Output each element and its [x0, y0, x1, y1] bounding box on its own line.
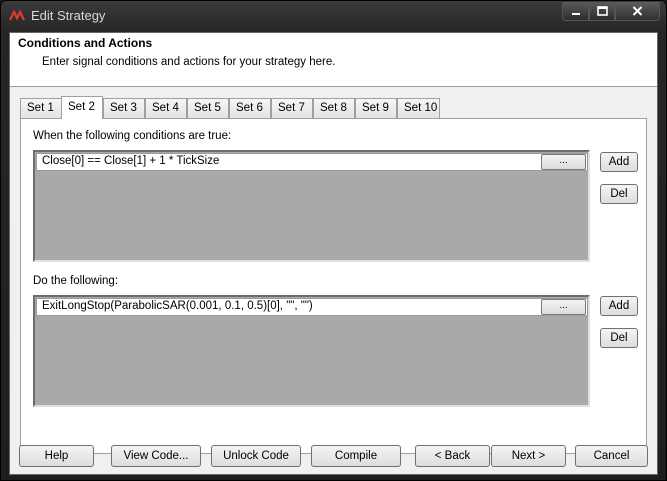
tab-set-5[interactable]: Set 5 — [187, 98, 229, 118]
tab-set-2[interactable]: Set 2 — [61, 96, 103, 119]
next-button[interactable]: Next > — [491, 445, 566, 467]
tab-set-7[interactable]: Set 7 — [271, 98, 313, 118]
condition-row[interactable]: Close[0] == Close[1] + 1 * TickSize ... — [36, 153, 588, 171]
tab-set-1[interactable]: Set 1 — [20, 98, 62, 118]
maximize-button[interactable] — [589, 2, 615, 21]
minimize-icon — [571, 13, 580, 15]
tab-set-6[interactable]: Set 6 — [229, 98, 271, 118]
edit-action-button[interactable]: ... — [541, 299, 586, 315]
set-2-panel: When the following conditions are true: … — [20, 118, 647, 454]
tab-set-10[interactable]: Set 10 — [397, 98, 440, 118]
add-action-button[interactable]: Add — [600, 296, 638, 316]
page-title: Conditions and Actions — [18, 36, 153, 50]
page-subtitle: Enter signal conditions and actions for … — [42, 56, 336, 68]
app-logo-icon — [9, 10, 25, 21]
help-button[interactable]: Help — [19, 445, 94, 467]
window-title: Edit Strategy — [31, 8, 106, 23]
maximize-icon — [596, 6, 608, 16]
actions-list[interactable]: ExitLongStop(ParabolicSAR(0.001, 0.1, 0.… — [33, 295, 590, 407]
action-expression: ExitLongStop(ParabolicSAR(0.001, 0.1, 0.… — [42, 300, 313, 312]
dialog-client-area: Conditions and Actions Enter signal cond… — [9, 32, 658, 475]
back-button[interactable]: < Back — [415, 445, 490, 467]
close-button[interactable] — [615, 2, 660, 21]
delete-condition-button[interactable]: Del — [600, 184, 638, 204]
conditions-list[interactable]: Close[0] == Close[1] + 1 * TickSize ... — [33, 150, 590, 262]
title-bar[interactable]: Edit Strategy — [1, 1, 666, 31]
add-condition-button[interactable]: Add — [600, 152, 638, 172]
delete-action-button[interactable]: Del — [600, 328, 638, 348]
tab-set-8[interactable]: Set 8 — [313, 98, 355, 118]
close-icon — [632, 6, 643, 16]
header-panel: Conditions and Actions Enter signal cond… — [10, 33, 657, 87]
actions-label: Do the following: — [33, 275, 119, 287]
unlock-code-button[interactable]: Unlock Code — [211, 445, 301, 467]
conditions-label: When the following conditions are true: — [33, 130, 232, 142]
tab-set-3[interactable]: Set 3 — [103, 98, 145, 118]
edit-condition-button[interactable]: ... — [541, 154, 586, 170]
minimize-button[interactable] — [562, 2, 589, 21]
view-code-button[interactable]: View Code... — [111, 445, 201, 467]
tab-set-4[interactable]: Set 4 — [145, 98, 187, 118]
condition-expression: Close[0] == Close[1] + 1 * TickSize — [42, 155, 220, 167]
tab-set-9[interactable]: Set 9 — [355, 98, 397, 118]
edit-strategy-window: Edit Strategy Conditions and Actions Ent… — [0, 0, 667, 481]
cancel-button[interactable]: Cancel — [575, 445, 648, 467]
compile-button[interactable]: Compile — [311, 445, 401, 467]
action-row[interactable]: ExitLongStop(ParabolicSAR(0.001, 0.1, 0.… — [36, 298, 588, 316]
